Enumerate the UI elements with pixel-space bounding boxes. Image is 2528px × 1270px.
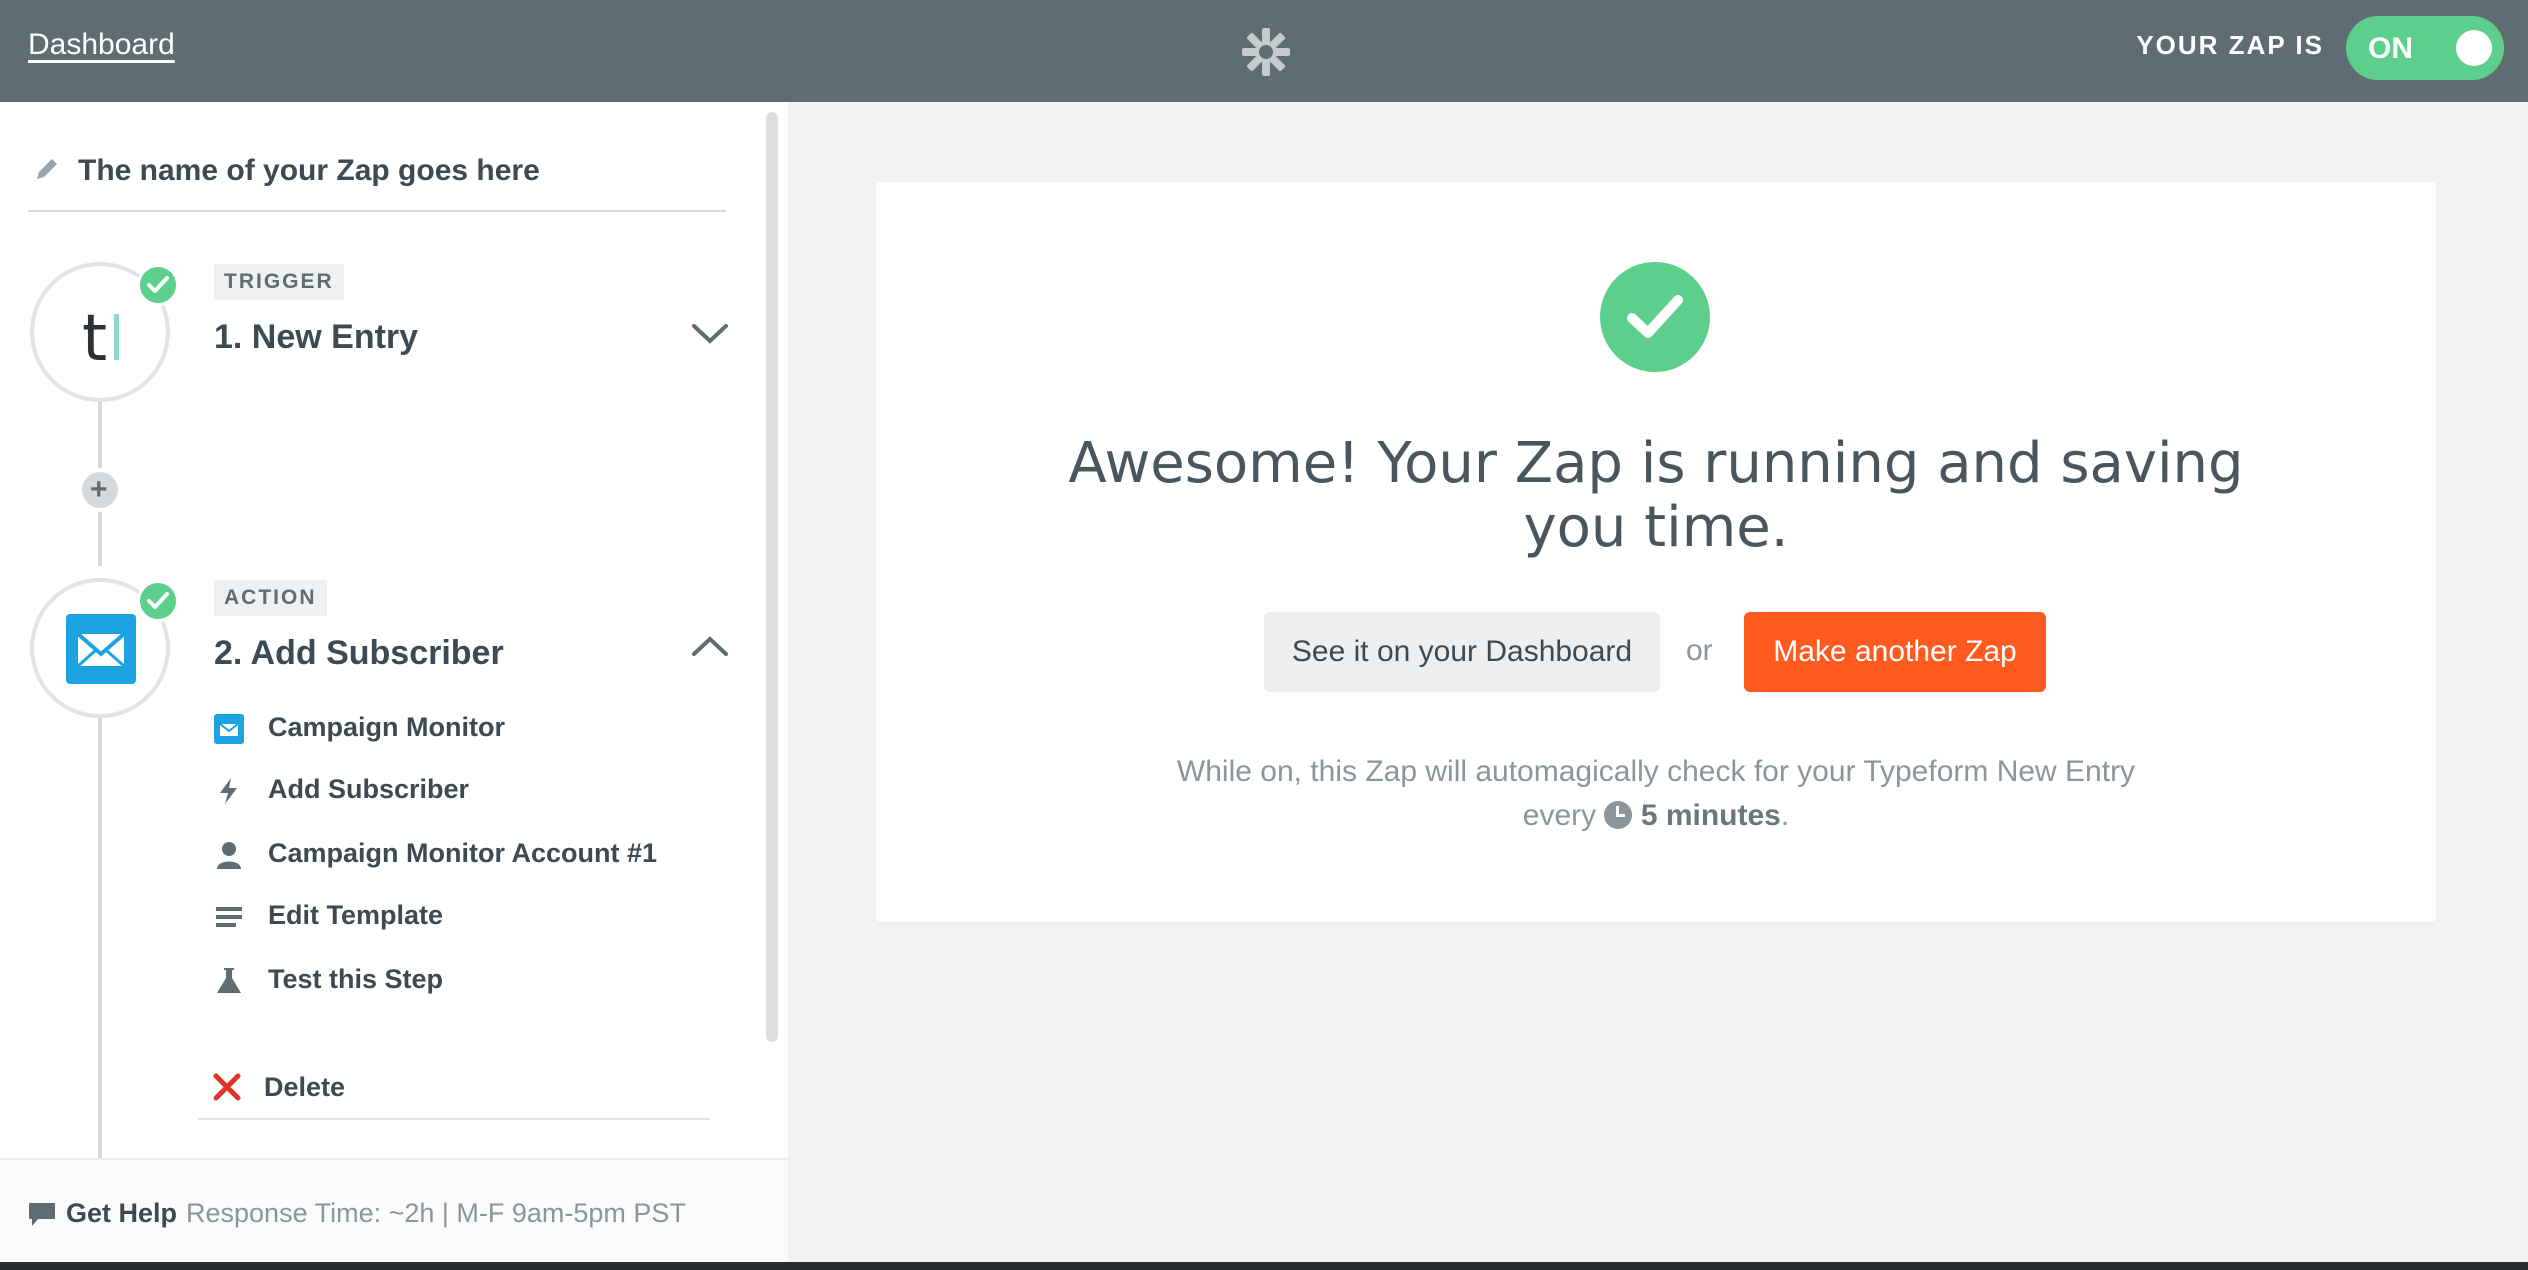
user-icon — [217, 842, 241, 869]
dashboard-link[interactable]: Dashboard — [28, 28, 175, 62]
add-step-button[interactable]: + — [78, 468, 122, 512]
make-another-zap-button[interactable]: Make another Zap — [1744, 612, 2046, 692]
campaign-monitor-icon — [214, 714, 244, 744]
delete-step-button[interactable]: Delete — [198, 1064, 710, 1120]
typeform-logo-bar — [114, 314, 119, 360]
action-item-label: Edit Template — [268, 900, 444, 930]
action-item-test[interactable]: Test this Step — [214, 960, 714, 1000]
action-title[interactable]: 2. Add Subscriber — [214, 634, 504, 673]
pencil-icon — [37, 159, 57, 179]
zap-status-label: YOUR ZAP IS — [2136, 30, 2324, 60]
top-bar: Dashboard YOUR ZAP IS ON — [0, 0, 2528, 102]
delete-x-icon — [213, 1073, 241, 1101]
chevron-up-icon[interactable] — [690, 634, 730, 658]
action-item-label: Test this Step — [268, 964, 444, 994]
toggle-label: ON — [2368, 32, 2413, 65]
chat-bubble-icon — [29, 1203, 55, 1226]
polling-note: While on, this Zap will automagically ch… — [1156, 750, 2156, 838]
chevron-down-icon[interactable] — [690, 322, 730, 346]
action-item-label: Campaign Monitor — [268, 712, 505, 742]
plus-icon: + — [90, 473, 108, 506]
zapier-asterisk-icon[interactable] — [1238, 24, 1294, 80]
lines-icon — [216, 907, 242, 927]
action-tag: ACTION — [214, 580, 327, 616]
zap-name-field[interactable]: The name of your Zap goes here — [28, 150, 726, 212]
campaign-monitor-logo-icon — [66, 614, 136, 684]
sidebar-scrollbar[interactable] — [766, 112, 778, 1042]
flask-icon — [217, 968, 241, 993]
action-item-label: Add Subscriber — [268, 774, 470, 804]
trigger-check-icon — [137, 264, 179, 306]
success-card: Awesome! Your Zap is running and saving … — [876, 182, 2436, 922]
help-bar: Get Help Response Time: ~2h | M-F 9am-5p… — [0, 1158, 788, 1270]
see-dashboard-button[interactable]: See it on your Dashboard — [1264, 612, 1660, 692]
action-item-app[interactable]: Campaign Monitor — [214, 708, 714, 748]
clock-icon — [1604, 801, 1633, 829]
success-headline: Awesome! Your Zap is running and saving … — [1068, 431, 2244, 560]
response-time-text: Response Time: ~2h | M-F 9am-5pm PST — [186, 1198, 686, 1228]
delete-label: Delete — [264, 1072, 346, 1102]
typeform-logo-icon: t — [82, 302, 108, 376]
action-item-event[interactable]: Add Subscriber — [214, 770, 714, 810]
bolt-icon — [220, 778, 237, 804]
bottom-edge — [0, 1262, 2528, 1270]
zap-name-text: The name of your Zap goes here — [78, 154, 540, 187]
action-item-template[interactable]: Edit Template — [214, 896, 714, 936]
trigger-title[interactable]: 1. New Entry — [214, 318, 418, 357]
sidebar: The name of your Zap goes here t TRIGGER… — [0, 102, 788, 1270]
get-help-link[interactable]: Get Help — [66, 1198, 177, 1229]
note-interval: 5 minutes — [1640, 799, 1781, 832]
zap-on-toggle[interactable]: ON — [2346, 16, 2504, 80]
success-check-icon — [1600, 262, 1710, 372]
action-item-label: Campaign Monitor Account #1 — [268, 838, 658, 868]
action-check-icon — [137, 580, 179, 622]
toggle-knob — [2456, 30, 2492, 66]
note-suffix: . — [1780, 799, 1790, 832]
action-item-account[interactable]: Campaign Monitor Account #1 — [214, 834, 714, 874]
or-text: or — [1686, 634, 1713, 667]
step-connector-line — [98, 716, 102, 1158]
trigger-tag: TRIGGER — [214, 264, 344, 300]
